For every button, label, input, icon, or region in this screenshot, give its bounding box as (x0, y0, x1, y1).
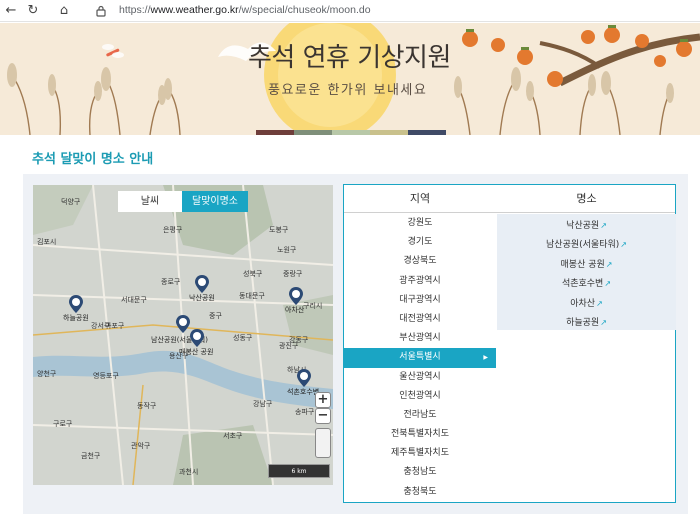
region-item[interactable]: 제주특별자치도 (344, 444, 496, 463)
pin-label-naksan: 낙산공원 (189, 294, 215, 302)
reload-icon[interactable]: ↻ (24, 2, 42, 20)
region-item[interactable]: 대구광역시 (344, 291, 496, 310)
map-label-gangseo: 강서구 (91, 322, 111, 330)
map-view[interactable]: 덕양구 은평구 도봉구 노원구 구리시 성북구 종로구 서대문구 마포구 중구 … (33, 185, 333, 485)
zoom-out-button[interactable]: − (315, 408, 331, 424)
moon-pin-icon-achasan[interactable] (289, 287, 303, 305)
home-icon[interactable]: ⌂ (55, 2, 73, 20)
column-header-place: 명소 (576, 192, 597, 205)
region-item[interactable]: 광주광역시 (344, 272, 496, 291)
color-stripe-2 (294, 130, 332, 135)
external-link-icon: ↗ (596, 298, 603, 308)
region-item[interactable]: 울산광역시 (344, 368, 496, 387)
place-list: 낙산공원↗ 남산공원(서울타워)↗ 매봉산 공원↗ 석촌호수변↗ 아차산↗ 하늘… (497, 214, 676, 330)
map-scale-bar: 6 km (268, 464, 330, 478)
tab-moon-spots[interactable]: 달맞이명소 (182, 191, 248, 212)
pin-label-haneul: 하늘공원 (63, 314, 89, 322)
place-link[interactable]: 하늘공원↗ (497, 313, 676, 332)
zoom-in-button[interactable]: + (315, 392, 331, 408)
map-label-guri: 구리시 (303, 302, 323, 310)
color-stripe-4 (370, 130, 408, 135)
region-item[interactable]: 전북특별자치도 (344, 425, 496, 444)
pin-label-achasan: 아차산 (285, 306, 305, 314)
table-header: 지역 명소 (344, 185, 675, 213)
region-item[interactable]: 충청남도 (344, 463, 496, 482)
url-text: https://www.weather.go.kr/w/special/chus… (119, 4, 371, 16)
place-link[interactable]: 남산공원(서울타워)↗ (497, 235, 676, 254)
moon-spot-table: 지역 명소 강원도 경기도 경상북도 광주광역시 대구광역시 대전광역시 부산광… (343, 184, 676, 503)
map-label-gwanak: 관악구 (131, 442, 151, 450)
address-bar[interactable]: https://www.weather.go.kr/w/special/chus… (88, 1, 700, 21)
region-item[interactable]: 충청북도 (344, 483, 496, 502)
map-label-gangdong: 강동구 (289, 336, 309, 344)
map-label-guro: 구로구 (53, 420, 73, 428)
moon-pin-icon-namsan[interactable] (176, 315, 190, 333)
chuseok-banner: 추석 연휴 기상지원 풍요로운 한가위 보내세요 (0, 23, 700, 135)
region-item[interactable]: 전라남도 (344, 406, 496, 425)
lock-icon (96, 5, 106, 17)
map-label-jungnang: 중랑구 (283, 270, 303, 278)
region-item[interactable]: 부산광역시 (344, 329, 496, 348)
map-label-songpa: 송파구 (295, 408, 315, 416)
moon-pin-icon-haneul[interactable] (69, 295, 83, 313)
place-link[interactable]: 낙산공원↗ (497, 216, 676, 235)
map-label-yeongdeungpo: 영등포구 (93, 372, 119, 380)
map-label-gwacheon: 과천시 (179, 468, 199, 476)
map-label-seongbuk: 성북구 (243, 270, 263, 278)
browser-toolbar: ← ↻ ⌂ https://www.weather.go.kr/w/specia… (0, 0, 700, 22)
banner-title: 추석 연휴 기상지원 (248, 43, 451, 73)
map-label-eunpyeong: 은평구 (163, 226, 183, 234)
moon-pin-icon-seokchon[interactable] (297, 369, 311, 387)
region-item-active[interactable]: 서울특별시 ▶ (344, 348, 496, 368)
pin-label-maebong: 매봉산 공원 (179, 348, 214, 356)
map-label-geumcheon: 금천구 (81, 452, 101, 460)
map-label-jongno: 종로구 (161, 278, 181, 286)
moon-pin-icon-naksan[interactable] (195, 275, 209, 293)
map-label-gangnam: 강남구 (253, 400, 273, 408)
region-item[interactable]: 경기도 (344, 233, 496, 252)
region-item[interactable]: 인천광역시 (344, 387, 496, 406)
moon-pin-icon-maebong[interactable] (190, 329, 204, 347)
external-link-icon: ↗ (605, 259, 613, 269)
play-arrow-icon: ▶ (483, 354, 488, 362)
external-link-icon: ↗ (604, 279, 612, 289)
map-label-dongjak: 동작구 (137, 402, 157, 410)
external-link-icon: ↗ (600, 317, 607, 327)
map-label-gimpo: 김포시 (37, 238, 57, 246)
external-link-icon: ↗ (620, 240, 627, 250)
tab-weather[interactable]: 날씨 (118, 191, 182, 212)
place-link[interactable]: 매봉산 공원↗ (497, 255, 676, 274)
map-label-seocho: 서초구 (223, 432, 243, 440)
map-label-seodaemun: 서대문구 (121, 296, 147, 304)
map-label-nowon: 노원구 (277, 246, 297, 254)
color-stripe-3 (332, 130, 370, 135)
map-label-deokyang: 덕양구 (61, 198, 81, 206)
place-link[interactable]: 아차산↗ (497, 294, 676, 313)
region-item-label: 서울특별시 (399, 352, 441, 363)
map-label-yangcheon: 양천구 (37, 370, 57, 378)
map-label-dobong: 도봉구 (269, 226, 289, 234)
external-link-icon: ↗ (600, 221, 607, 230)
region-item[interactable]: 경상북도 (344, 252, 496, 271)
map-label-junggu: 중구 (209, 312, 222, 320)
map-label-seongdong: 성동구 (233, 334, 253, 342)
region-item[interactable]: 대전광역시 (344, 310, 496, 329)
place-link[interactable]: 석촌호수변↗ (497, 274, 676, 293)
color-stripe-1 (256, 130, 294, 135)
map-label-dongdaemun: 동대문구 (239, 292, 265, 300)
column-header-region: 지역 (409, 192, 431, 205)
region-list: 강원도 경기도 경상북도 광주광역시 대구광역시 대전광역시 부산광역시 서울특… (344, 214, 496, 502)
region-item[interactable]: 강원도 (344, 214, 496, 233)
map-layer-icon[interactable] (315, 428, 331, 458)
banner-subtitle: 풍요로운 한가위 보내세요 (268, 83, 428, 98)
color-stripe-5 (408, 130, 446, 135)
section-title: 추석 달맞이 명소 안내 (32, 152, 154, 167)
back-arrow-icon[interactable]: ← (2, 2, 20, 20)
